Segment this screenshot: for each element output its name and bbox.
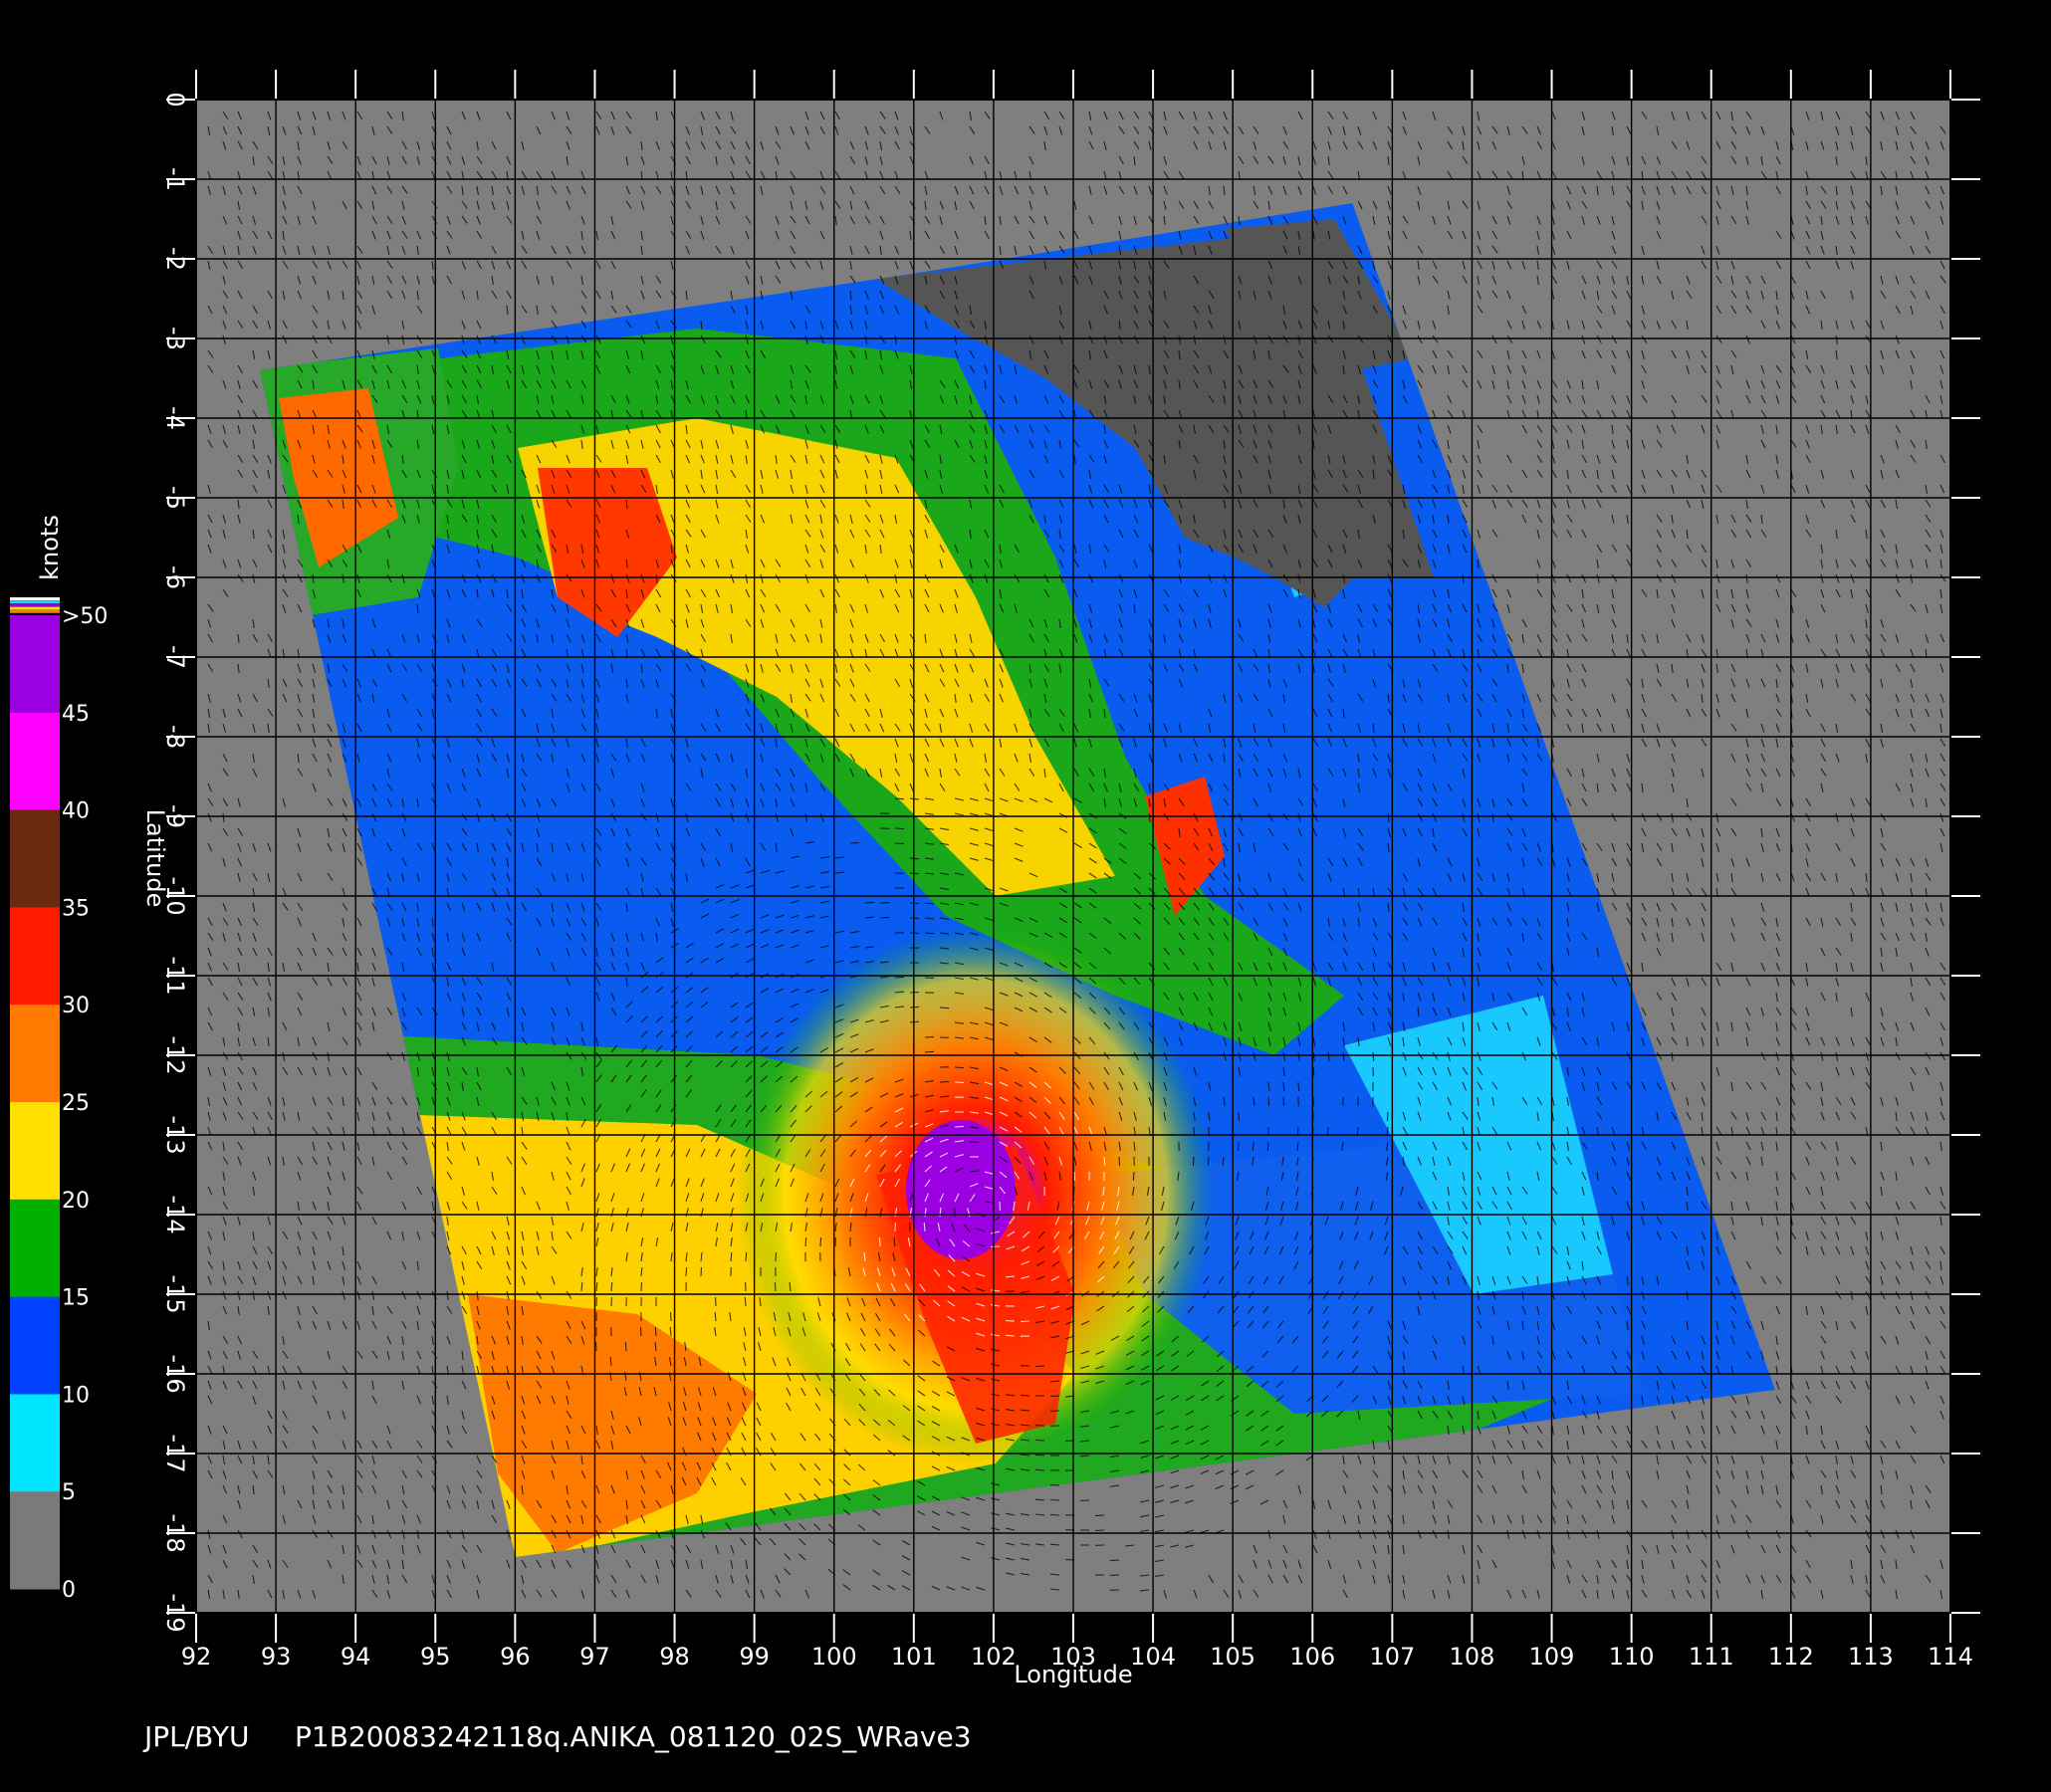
lat-tick-label: -5: [161, 486, 189, 510]
colorbar-segment: [10, 712, 60, 811]
colorbar-overflow-stripe: [10, 603, 60, 607]
colorbar-segment: [10, 1394, 60, 1492]
colorbar-tick-label: 40: [62, 799, 90, 824]
lat-tick-label: -2: [161, 247, 189, 271]
y-axis-label: Latitude: [141, 809, 169, 908]
lon-tick-label: 92: [181, 1643, 212, 1671]
colorbar-tick-label: 15: [62, 1286, 90, 1311]
lat-tick-label: -13: [161, 1115, 189, 1154]
footer-filename: P1B20083242118q.ANIKA_081120_02S_WRave3: [295, 1720, 972, 1753]
lat-tick-label: -12: [161, 1035, 189, 1074]
lon-tick-label: 107: [1369, 1643, 1415, 1671]
lon-tick-label: 102: [971, 1643, 1017, 1671]
colorbar-segment: [10, 907, 60, 1006]
lat-tick-label: -15: [161, 1274, 189, 1313]
colorbar-overflow-stripe: [10, 597, 60, 600]
colorbar-segment: [10, 1296, 60, 1395]
lat-tick-label: -4: [161, 406, 189, 430]
lon-tick-label: 97: [579, 1643, 610, 1671]
colorbar-tick-label: 10: [62, 1383, 90, 1408]
colorbar-tick-label: >50: [62, 604, 108, 629]
lon-tick-label: 106: [1289, 1643, 1335, 1671]
lat-tick-label: -16: [161, 1354, 189, 1393]
lat-tick-label: -3: [161, 327, 189, 350]
colorbar-overflow-stripe: [10, 609, 60, 613]
lat-tick-label: -8: [161, 725, 189, 749]
lon-tick-label: 105: [1210, 1643, 1255, 1671]
lon-tick-label: 110: [1609, 1643, 1655, 1671]
lat-tick-label: -18: [161, 1513, 189, 1552]
lat-tick-label: -14: [161, 1195, 189, 1233]
lon-tick-label: 113: [1848, 1643, 1894, 1671]
colorbar-overflow-stripe: [10, 606, 60, 610]
wind-map-figure: 92 93 94 95 96 97 98 99 100 101 102 103 104 105 106 107…: [10, 70, 1980, 1753]
colorbar-tick-label: 0: [62, 1578, 76, 1603]
lon-tick-label: 109: [1529, 1643, 1575, 1671]
colorbar-segment: [10, 615, 60, 714]
colorbar-tick-label: 20: [62, 1189, 90, 1214]
colorbar-segment: [10, 1102, 60, 1201]
lat-tick-label: -17: [161, 1434, 189, 1472]
lat-tick-label: -7: [161, 645, 189, 669]
colorbar-tick-label: 5: [62, 1480, 76, 1505]
x-axis-label: Longitude: [1014, 1661, 1132, 1688]
colorbar-overflow-stripe: [10, 600, 60, 604]
lon-tick-label: 114: [1928, 1643, 1973, 1671]
colorbar-tick-label: 45: [62, 702, 90, 727]
lat-tick-label: 0: [161, 92, 189, 107]
lon-tick-label: 112: [1768, 1643, 1814, 1671]
colorbar-unit-label: knots: [36, 515, 64, 580]
lon-tick-label: 108: [1450, 1643, 1495, 1671]
colorbar-tick-label: 25: [62, 1091, 90, 1116]
lon-tick-label: 111: [1689, 1643, 1734, 1671]
lon-tick-label: 99: [739, 1643, 770, 1671]
lon-tick-label: 94: [341, 1643, 371, 1671]
lat-tick-label: -1: [161, 167, 189, 191]
lat-tick-label: -6: [161, 565, 189, 589]
colorbar-tick-label: 35: [62, 896, 90, 921]
footer-source: JPL/BYU: [142, 1720, 249, 1753]
colorbar-segment: [10, 1005, 60, 1103]
lon-tick-label: 100: [811, 1643, 857, 1671]
lon-tick-label: 101: [891, 1643, 937, 1671]
lat-tick-label: -19: [161, 1593, 189, 1632]
colorbar-segment: [10, 1491, 60, 1590]
lon-tick-label: 96: [500, 1643, 531, 1671]
colorbar-tick-label: 30: [62, 994, 90, 1018]
lon-tick-label: 95: [420, 1643, 451, 1671]
lon-tick-label: 93: [261, 1643, 292, 1671]
lon-tick-label: 98: [659, 1643, 690, 1671]
colorbar-segment: [10, 1199, 60, 1298]
lon-tick-label: 104: [1130, 1643, 1176, 1671]
wind-speed-colorbar: >50 45 40 35 30 25 20 15 10 5 0: [10, 597, 108, 1603]
lat-tick-label: -11: [161, 956, 189, 995]
colorbar-segment: [10, 809, 60, 908]
